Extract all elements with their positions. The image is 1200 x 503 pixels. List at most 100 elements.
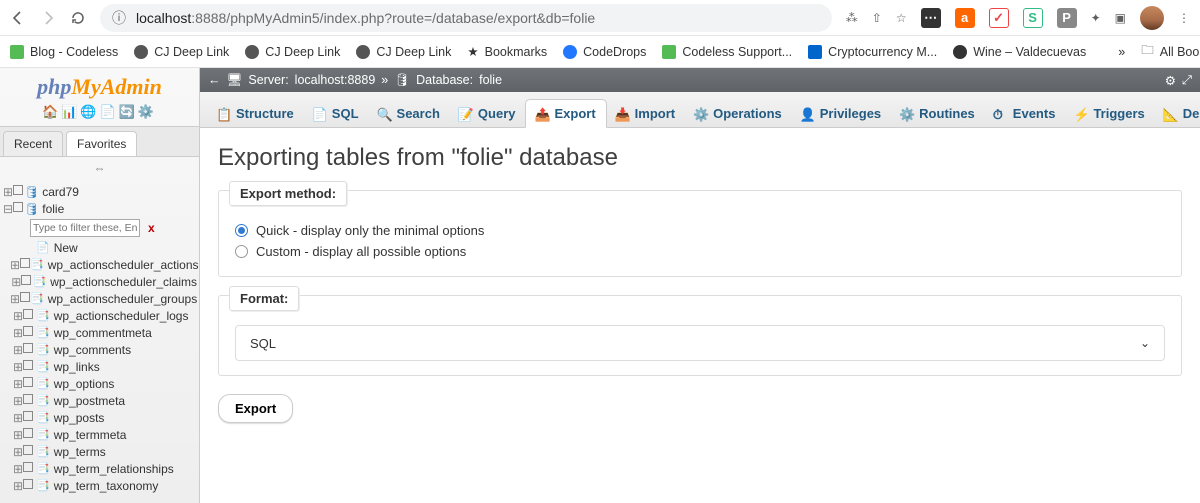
- bookmark-item[interactable]: CJ Deep Link: [356, 45, 451, 59]
- all-bookmarks[interactable]: 🗀All Bookmarks: [1141, 41, 1200, 62]
- tab-icon: ⚙️: [899, 107, 913, 121]
- ext-icon-2[interactable]: a: [955, 8, 975, 28]
- tab-icon: ⚙️: [693, 107, 707, 121]
- tab-structure[interactable]: 📋Structure: [208, 100, 304, 127]
- bc-server[interactable]: localhost:8889: [295, 73, 376, 87]
- url-bar[interactable]: ⓘ localhost:8888/phpMyAdmin5/index.php?r…: [100, 4, 832, 32]
- bc-db[interactable]: folie: [479, 73, 502, 87]
- bc-db-label: Database:: [416, 73, 473, 87]
- tab-favorites[interactable]: Favorites: [66, 131, 137, 156]
- browser-actions: ⁂ ⇧ ☆ ⋯ a ✓ S P ✦ ▣ ⋮: [846, 6, 1190, 30]
- db-item[interactable]: 🛢card79: [0, 183, 199, 200]
- fullscreen-icon[interactable]: ⤢: [1182, 73, 1192, 88]
- pma-layout: phpMyAdmin 🏠📊🌐📄🔄⚙️ Recent Favorites ⇔ 🛢c…: [0, 68, 1200, 503]
- tab-icon: ⏱: [993, 107, 1007, 121]
- tab-icon: 📥: [615, 107, 629, 121]
- db-item-active[interactable]: 🛢folie: [0, 200, 199, 217]
- profile-avatar[interactable]: [1140, 6, 1164, 30]
- main-panel: ← 🖥 Server: localhost:8889 » 🛢 Database:…: [200, 68, 1200, 503]
- translate-icon[interactable]: ⁂: [846, 11, 858, 25]
- tab-privileges[interactable]: 👤Privileges: [792, 100, 891, 127]
- bookmark-item[interactable]: CodeDrops: [563, 45, 646, 59]
- tab-export[interactable]: 📤Export: [525, 99, 606, 128]
- radio-icon: [235, 245, 248, 258]
- table-item[interactable]: 📑wp_links: [0, 358, 199, 375]
- bc-server-label: Server:: [248, 73, 288, 87]
- bookmark-item[interactable]: Blog - Codeless: [10, 45, 118, 59]
- radio-icon: [235, 224, 248, 237]
- sidebar-toolbar[interactable]: 🏠📊🌐📄🔄⚙️: [0, 102, 199, 126]
- tab-query[interactable]: 📝Query: [450, 100, 526, 127]
- tab-sql[interactable]: 📄SQL: [304, 100, 369, 127]
- tab-triggers[interactable]: ⚡Triggers: [1065, 100, 1154, 127]
- bookmark-item[interactable]: ★Bookmarks: [467, 44, 547, 59]
- bookmark-item[interactable]: Wine – Valdecuevas: [953, 45, 1086, 59]
- bc-sep: »: [381, 73, 388, 87]
- tab-search[interactable]: 🔍Search: [369, 100, 450, 127]
- tab-icon: 📋: [216, 107, 230, 121]
- export-method-title: Export method:: [229, 181, 347, 206]
- ext-icon-5[interactable]: P: [1057, 8, 1077, 28]
- menu-icon[interactable]: ⋮: [1178, 11, 1190, 25]
- table-item[interactable]: 📑wp_posts: [0, 409, 199, 426]
- tab-routines[interactable]: ⚙️Routines: [891, 100, 985, 127]
- table-item[interactable]: 📑wp_term_taxonomy: [0, 477, 199, 494]
- bookmarks-overflow[interactable]: »: [1118, 45, 1125, 59]
- bookmark-item[interactable]: CJ Deep Link: [245, 45, 340, 59]
- database-icon: 🛢: [394, 73, 410, 88]
- star-icon[interactable]: ☆: [896, 11, 907, 25]
- settings-icon[interactable]: ⚙: [1165, 73, 1176, 88]
- collapse-nav-icon[interactable]: ←: [208, 73, 221, 87]
- table-item[interactable]: 📑wp_term_relationships: [0, 460, 199, 477]
- phpmyadmin-logo[interactable]: phpMyAdmin: [0, 68, 199, 102]
- reload-icon[interactable]: [70, 10, 86, 26]
- ext-icon-4[interactable]: S: [1023, 8, 1043, 28]
- new-table[interactable]: 📄New: [0, 239, 199, 256]
- db-tree: 🛢card79 🛢folie x 📄New 📑wp_actionschedule…: [0, 179, 199, 498]
- bookmark-item[interactable]: Cryptocurrency M...: [808, 45, 937, 59]
- format-value: SQL: [250, 336, 276, 351]
- tab-import[interactable]: 📥Import: [607, 100, 685, 127]
- ext-icon-1[interactable]: ⋯: [921, 8, 941, 28]
- ext-icon-3[interactable]: ✓: [989, 8, 1009, 28]
- tab-operations[interactable]: ⚙️Operations: [685, 100, 792, 127]
- export-method-custom[interactable]: Custom - display all possible options: [235, 241, 1165, 262]
- puzzle-icon[interactable]: ✦: [1091, 11, 1101, 25]
- table-item[interactable]: 📑wp_actionscheduler_logs: [0, 307, 199, 324]
- table-item[interactable]: 📑wp_actionscheduler_claims: [0, 273, 199, 290]
- table-item[interactable]: 📑wp_actionscheduler_groups: [0, 290, 199, 307]
- table-item[interactable]: 📑wp_comments: [0, 341, 199, 358]
- tab-recent[interactable]: Recent: [3, 131, 63, 156]
- back-icon[interactable]: [10, 10, 26, 26]
- table-item[interactable]: 📑wp_termmeta: [0, 426, 199, 443]
- table-item[interactable]: 📑wp_commentmeta: [0, 324, 199, 341]
- table-item[interactable]: 📑wp_options: [0, 375, 199, 392]
- panel-icon[interactable]: ▣: [1115, 11, 1126, 25]
- page-title: Exporting tables from "folie" database: [218, 144, 1182, 172]
- table-item[interactable]: 📑wp_postmeta: [0, 392, 199, 409]
- breadcrumb: ← 🖥 Server: localhost:8889 » 🛢 Database:…: [200, 68, 1200, 92]
- table-item[interactable]: 📑wp_terms: [0, 443, 199, 460]
- sidebar: phpMyAdmin 🏠📊🌐📄🔄⚙️ Recent Favorites ⇔ 🛢c…: [0, 68, 200, 503]
- url-text: localhost:8888/phpMyAdmin5/index.php?rou…: [136, 10, 595, 26]
- format-select[interactable]: SQL ⌄: [235, 325, 1165, 361]
- forward-icon[interactable]: [40, 10, 56, 26]
- export-method-quick[interactable]: Quick - display only the minimal options: [235, 220, 1165, 241]
- clear-filter-icon[interactable]: x: [144, 221, 159, 235]
- tab-designer[interactable]: 📐Designer: [1155, 100, 1200, 127]
- tab-icon: 📤: [534, 107, 548, 121]
- export-button[interactable]: Export: [218, 394, 293, 423]
- content: Exporting tables from "folie" database E…: [200, 128, 1200, 439]
- bookmark-item[interactable]: CJ Deep Link: [134, 45, 229, 59]
- server-icon: 🖥: [227, 73, 243, 88]
- format-title: Format:: [229, 286, 299, 311]
- site-info-icon[interactable]: ⓘ: [112, 8, 126, 28]
- share-icon[interactable]: ⇧: [872, 11, 882, 25]
- table-item[interactable]: 📑wp_actionscheduler_actions: [0, 256, 199, 273]
- bookmark-item[interactable]: Codeless Support...: [662, 45, 792, 59]
- table-filter-input[interactable]: [30, 219, 140, 237]
- bookmarks-bar: Blog - Codeless CJ Deep Link CJ Deep Lin…: [0, 36, 1200, 68]
- tab-events[interactable]: ⏱Events: [985, 100, 1066, 127]
- drag-handle[interactable]: ⇔: [0, 157, 199, 179]
- tab-icon: 📐: [1163, 107, 1177, 121]
